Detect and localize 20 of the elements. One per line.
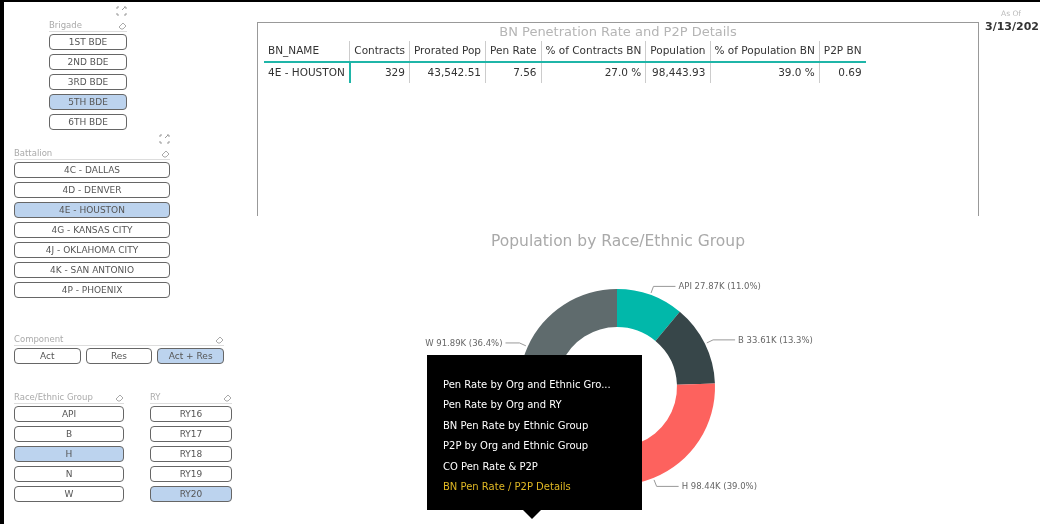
slicer-title: Battalion bbox=[14, 148, 53, 159]
table-cell: 4E - HOUSTON bbox=[264, 61, 350, 83]
slicer-title: Race/Ethnic Group bbox=[14, 392, 93, 403]
table-cell: 329 bbox=[349, 61, 410, 83]
data-label: B 33.61K (13.3%) bbox=[738, 334, 813, 345]
chart-title: Population by Race/Ethnic Group bbox=[490, 231, 746, 251]
data-label: W 91.89K (36.4%) bbox=[425, 337, 503, 348]
table-cell: 0.69 bbox=[819, 61, 866, 83]
table-cell: 43,542.51 bbox=[409, 61, 486, 83]
table-cell: 7.56 bbox=[485, 61, 541, 83]
slicer-title: RY bbox=[150, 392, 161, 403]
slicer-title: Brigade bbox=[49, 20, 82, 31]
table-cell: 39.0 % bbox=[710, 61, 820, 83]
table-title: BN Penetration Rate and P2P Details bbox=[498, 23, 738, 41]
as-of-date: 3/13/202 bbox=[985, 19, 1040, 36]
slicer-title: Component bbox=[14, 334, 64, 345]
table-cell: 98,443.93 bbox=[645, 61, 710, 83]
table-cell: 27.0 % bbox=[541, 61, 646, 83]
data-label: H 98.44K (39.0%) bbox=[681, 481, 757, 492]
data-label: API 27.87K (11.0%) bbox=[678, 281, 761, 292]
